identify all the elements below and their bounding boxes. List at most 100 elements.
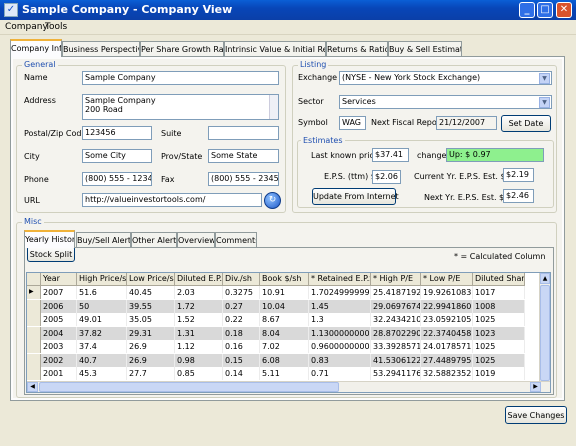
scroll-right-icon[interactable]: ▶ (530, 382, 541, 392)
column-header[interactable]: Low Price/sh (127, 273, 175, 286)
row-selector[interactable] (27, 313, 41, 326)
table-cell[interactable]: 37.82 (77, 326, 127, 340)
table-cell[interactable]: 8.67 (260, 313, 309, 326)
table-cell[interactable]: 49.01 (77, 313, 127, 326)
table-cell[interactable]: 35.05 (127, 313, 175, 326)
tab-business-perspective[interactable]: Business Perspective (62, 41, 140, 57)
table-cell[interactable]: 0.3275 (223, 286, 260, 299)
table-cell[interactable]: 2005 (41, 313, 77, 326)
column-header[interactable]: * High P/E (371, 273, 421, 286)
table-cell[interactable]: 0.18 (223, 326, 260, 340)
chevron-down-icon[interactable]: ▼ (539, 97, 550, 108)
tab-returns-ratios[interactable]: Returns & Ratios (326, 41, 388, 57)
table-cell[interactable]: 1.72 (175, 299, 223, 313)
table-cell[interactable]: 29.31 (127, 326, 175, 340)
stock-split-button[interactable]: Stock Split (27, 246, 75, 262)
table-cell[interactable]: 32.2434210 (371, 313, 421, 326)
row-selector[interactable] (27, 353, 41, 367)
table-cell[interactable]: 0.71 (309, 367, 371, 380)
tab-company-info[interactable]: Company Info (10, 39, 62, 57)
table-cell[interactable]: 23.0592105 (421, 313, 473, 326)
yearly-history-grid[interactable]: Year High Price/sh Low Price/sh Diluted E.P… (26, 272, 551, 393)
subtab-buy-sell-alerts[interactable]: Buy/Sell Alerts (76, 232, 131, 248)
table-cell[interactable]: 0.85 (175, 367, 223, 380)
subtab-comments[interactable]: Comments (215, 232, 257, 248)
table-cell[interactable]: 0.83 (309, 353, 371, 367)
city-field[interactable]: Some City (82, 149, 152, 163)
table-cell[interactable]: 10.91 (260, 286, 309, 299)
vertical-scrollbar[interactable]: ▲ (539, 273, 550, 382)
address-scrollbar[interactable] (269, 95, 278, 119)
chevron-down-icon[interactable]: ▼ (539, 73, 550, 84)
table-cell[interactable]: 1.130000000000 (309, 326, 371, 340)
column-header[interactable]: Diluted E.P.S. (175, 273, 223, 286)
column-header[interactable]: * Retained E.P.S. (309, 273, 371, 286)
column-header[interactable]: Div./sh (223, 273, 260, 286)
scroll-thumb[interactable] (540, 285, 550, 381)
table-cell[interactable]: 1.12 (175, 340, 223, 353)
next-yr-field[interactable]: $2.46 (503, 189, 534, 203)
exchange-select[interactable]: (NYSE - New York Stock Exchange) ▼ (339, 71, 552, 85)
save-changes-button[interactable]: Save Changes (505, 406, 567, 424)
table-cell[interactable]: 2002 (41, 353, 77, 367)
table-cell[interactable]: 0.14 (223, 367, 260, 380)
table-cell[interactable]: 1023 (473, 326, 525, 340)
horizontal-scrollbar[interactable]: ◀ ▶ (27, 381, 550, 392)
table-cell[interactable]: 40.45 (127, 286, 175, 299)
table-cell[interactable]: 27.4489795 (421, 353, 473, 367)
table-cell[interactable]: 1008 (473, 299, 525, 313)
table-cell[interactable]: 1017 (473, 286, 525, 299)
table-cell[interactable]: 28.8702290 (371, 326, 421, 340)
table-cell[interactable]: 50 (77, 299, 127, 313)
table-cell[interactable]: 27.7 (127, 367, 175, 380)
column-header[interactable]: High Price/sh (77, 273, 127, 286)
table-cell[interactable]: 0.27 (223, 299, 260, 313)
table-cell[interactable]: 1.3 (309, 313, 371, 326)
postal-field[interactable]: 123456 (82, 126, 152, 140)
table-cell[interactable]: 22.9941860 (421, 299, 473, 313)
table-cell[interactable]: 1.45 (309, 299, 371, 313)
scroll-left-icon[interactable]: ◀ (27, 382, 38, 392)
table-cell[interactable]: 51.6 (77, 286, 127, 299)
table-cell[interactable]: 41.5306122 (371, 353, 421, 367)
table-cell[interactable]: 0.16 (223, 340, 260, 353)
menu-company[interactable]: Company (5, 22, 48, 32)
table-cell[interactable]: 0.98 (175, 353, 223, 367)
open-url-icon[interactable]: ↻ (264, 192, 281, 209)
fax-field[interactable]: (800) 555 - 2345 (208, 172, 279, 186)
table-cell[interactable]: 29.0697674 (371, 299, 421, 313)
table-cell[interactable]: 1019 (473, 367, 525, 380)
table-cell[interactable]: 19.9261083 (421, 286, 473, 299)
table-cell[interactable]: 26.9 (127, 340, 175, 353)
row-selector[interactable] (27, 367, 41, 380)
table-cell[interactable]: 32.5882352 (421, 367, 473, 380)
table-cell[interactable]: 24.0178571 (421, 340, 473, 353)
row-selector[interactable] (27, 340, 41, 353)
table-cell[interactable]: 10.04 (260, 299, 309, 313)
table-cell[interactable]: 37.4 (77, 340, 127, 353)
row-selector[interactable]: ▶ (27, 286, 41, 299)
update-from-internet-button[interactable]: Update From Internet (312, 188, 399, 205)
table-cell[interactable]: 22.3740458 (421, 326, 473, 340)
table-cell[interactable]: 2003 (41, 340, 77, 353)
table-cell[interactable]: 2001 (41, 367, 77, 380)
table-cell[interactable]: 2007 (41, 286, 77, 299)
maximize-button[interactable]: □ (537, 2, 553, 18)
menu-tools[interactable]: Tools (45, 22, 67, 32)
subtab-overview[interactable]: Overview (177, 232, 215, 248)
table-cell[interactable]: 45.3 (77, 367, 127, 380)
table-cell[interactable]: 53.2941176 (371, 367, 421, 380)
suite-field[interactable] (208, 126, 279, 140)
name-field[interactable]: Sample Company (82, 71, 279, 85)
column-header[interactable]: Diluted Shar (473, 273, 525, 286)
table-cell[interactable]: 1.7024999999999 (309, 286, 371, 299)
table-cell[interactable]: 2.03 (175, 286, 223, 299)
table-cell[interactable]: 1025 (473, 353, 525, 367)
table-cell[interactable]: 2004 (41, 326, 77, 340)
phone-field[interactable]: (800) 555 - 1234 (82, 172, 152, 186)
table-cell[interactable]: 7.02 (260, 340, 309, 353)
subtab-other-alerts[interactable]: Other Alerts (131, 232, 177, 248)
tab-intrinsic-value[interactable]: Intrinsic Value & Initial Return (224, 41, 326, 57)
table-cell[interactable]: 0.15 (223, 353, 260, 367)
minimize-button[interactable]: _ (519, 2, 535, 18)
